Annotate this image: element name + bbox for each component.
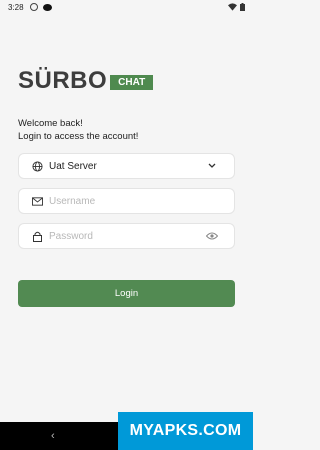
- username-input[interactable]: [49, 195, 224, 207]
- globe-icon: [31, 160, 43, 172]
- app-logo: SÜRBO CHAT: [18, 67, 154, 95]
- status-bar: 3:28: [0, 0, 253, 14]
- server-select-value: Uat Server: [49, 160, 97, 172]
- password-field[interactable]: [18, 223, 235, 249]
- chevron-down-icon: [206, 160, 218, 172]
- google-icon: [29, 3, 38, 11]
- login-button[interactable]: Login: [18, 280, 235, 307]
- username-field[interactable]: [18, 188, 235, 214]
- server-select[interactable]: Uat Server: [18, 153, 235, 179]
- welcome-line1: Welcome back!: [18, 118, 83, 129]
- welcome-line2: Login to access the account!: [18, 130, 139, 142]
- eye-icon[interactable]: [206, 230, 218, 242]
- back-nav-icon[interactable]: ‹: [51, 430, 55, 442]
- watermark-banner: MYAPKS.COM: [118, 412, 253, 450]
- logo-chat-badge: CHAT: [110, 74, 154, 90]
- lock-icon: [31, 230, 43, 242]
- welcome-text: Welcome back! Login to access the accoun…: [18, 118, 138, 143]
- envelope-icon: [31, 195, 43, 207]
- logo-word: SÜRBO: [18, 67, 108, 94]
- wifi-icon: [228, 3, 237, 11]
- battery-icon: [240, 3, 245, 11]
- notification-dot-icon: [42, 3, 52, 11]
- status-right: [228, 3, 245, 11]
- password-input[interactable]: [49, 230, 206, 242]
- status-time: 3:28: [8, 2, 24, 12]
